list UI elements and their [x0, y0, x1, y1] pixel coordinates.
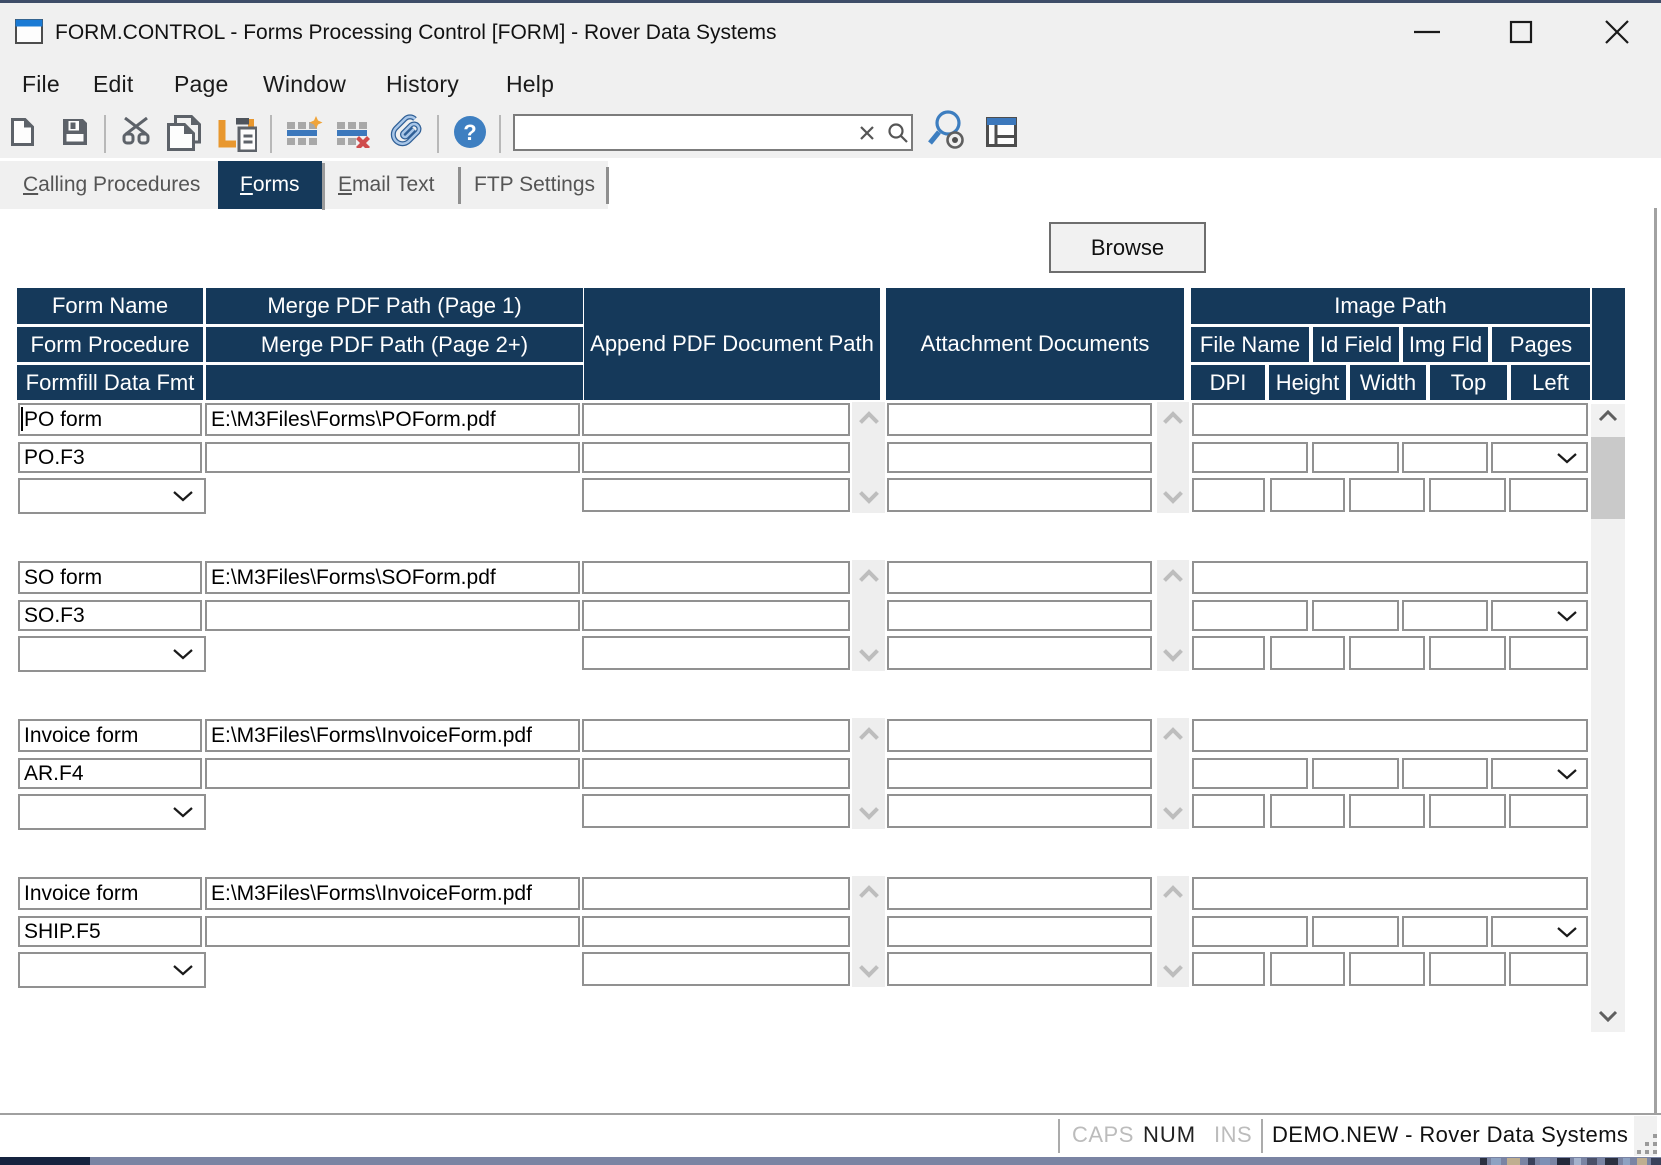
svg-text:?: ? — [463, 120, 476, 145]
